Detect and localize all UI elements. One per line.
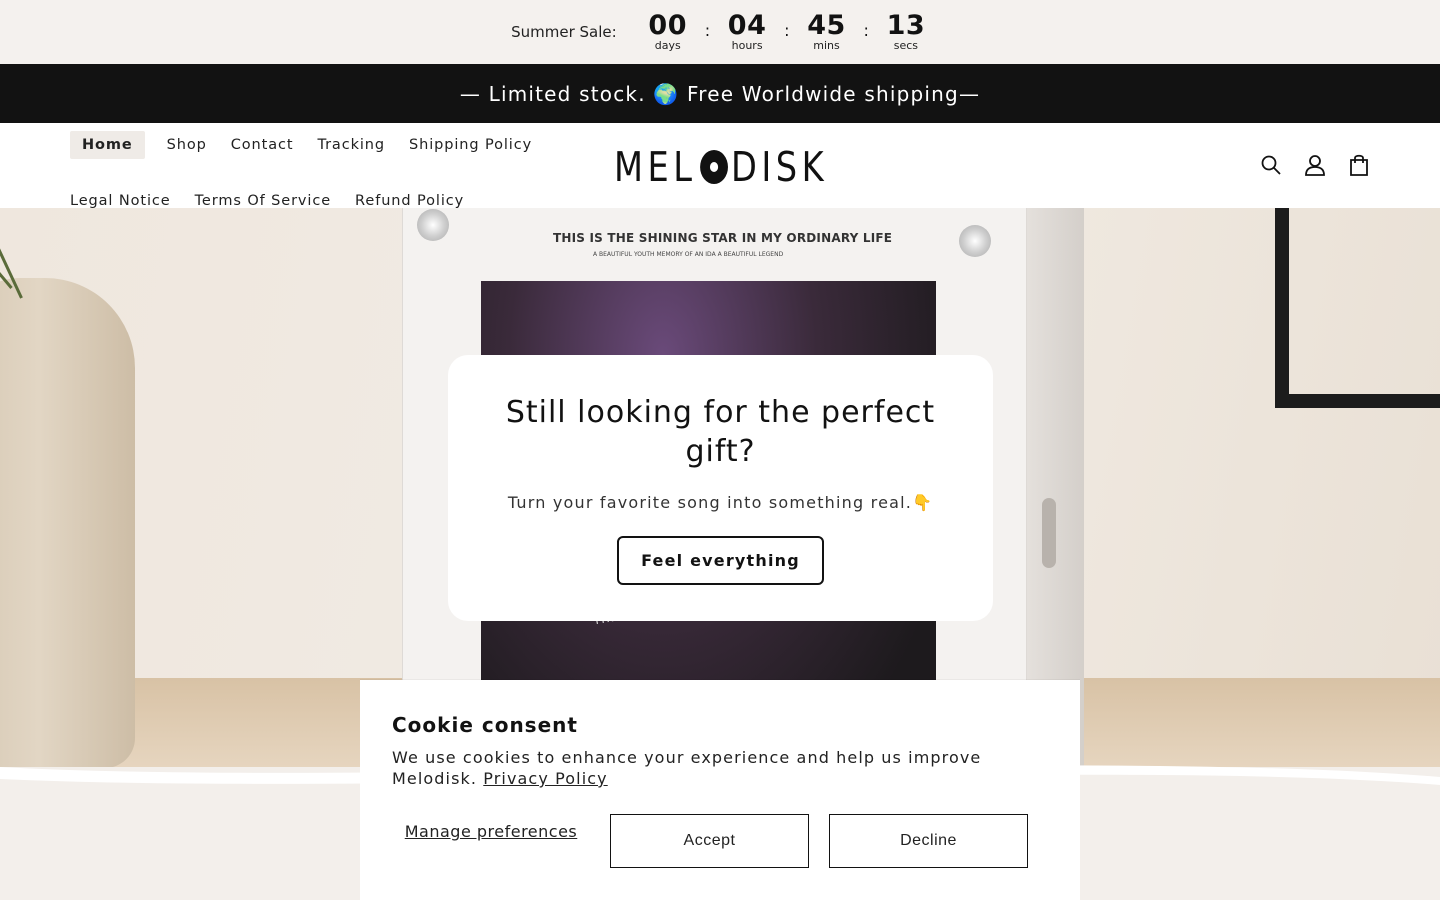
search-icon[interactable] bbox=[1260, 153, 1282, 177]
countdown-label: Summer Sale: bbox=[511, 23, 617, 41]
countdown-secs-value: 13 bbox=[886, 10, 926, 41]
header-icons bbox=[1260, 153, 1370, 177]
nav-item-contact[interactable]: Contact bbox=[219, 131, 306, 159]
decline-button[interactable]: Decline bbox=[829, 814, 1028, 868]
countdown-days-value: 00 bbox=[648, 10, 687, 41]
countdown-days-caption: days bbox=[654, 39, 681, 52]
logo-text-right: DISK bbox=[730, 143, 829, 191]
countdown-separator: : bbox=[704, 20, 711, 40]
countdown-separator: : bbox=[863, 20, 869, 40]
countdown-mins-caption: mins bbox=[813, 39, 840, 52]
logo-wordmark: MEL DISK bbox=[614, 143, 828, 191]
product-box-title: THIS IS THE SHINING STAR IN MY ORDINARY … bbox=[553, 231, 893, 245]
site-header: Home Shop Contact Tracking Shipping Poli… bbox=[0, 123, 1440, 209]
countdown-hours-caption: hours bbox=[731, 39, 763, 52]
hero-card: Still looking for the perfect gift? Turn… bbox=[448, 355, 993, 621]
site-logo[interactable]: MEL DISK bbox=[614, 143, 824, 191]
countdown-secs: 13 secs bbox=[883, 12, 929, 52]
countdown-hours-value: 04 bbox=[727, 10, 767, 41]
cart-icon[interactable] bbox=[1348, 153, 1370, 177]
announcement-bar: — Limited stock. 🌍 Free Worldwide shippi… bbox=[0, 64, 1440, 123]
countdown-mins-value: 45 bbox=[807, 10, 846, 41]
countdown-hours: 04 hours bbox=[724, 12, 770, 52]
cookie-consent-banner: Cookie consent We use cookies to enhance… bbox=[360, 680, 1080, 900]
hero-title: Still looking for the perfect gift? bbox=[505, 395, 936, 469]
nav-item-shop[interactable]: Shop bbox=[155, 131, 219, 159]
feel-everything-button[interactable]: Feel everything bbox=[617, 536, 824, 585]
vase bbox=[0, 278, 135, 767]
nav-item-home[interactable]: Home bbox=[70, 131, 145, 159]
picture-frame bbox=[1275, 208, 1440, 408]
cookie-title: Cookie consent bbox=[392, 713, 578, 737]
manage-preferences-link[interactable]: Manage preferences bbox=[392, 822, 590, 841]
cookie-message: We use cookies to enhance your experienc… bbox=[392, 748, 982, 788]
screw-icon bbox=[417, 209, 449, 241]
screw-icon bbox=[959, 225, 991, 257]
nav-item-tracking[interactable]: Tracking bbox=[305, 131, 397, 159]
countdown-days: 00 days bbox=[645, 12, 691, 52]
countdown-mins: 45 mins bbox=[803, 12, 849, 52]
hero-subtitle: Turn your favorite song into something r… bbox=[507, 493, 934, 512]
countdown-separator: : bbox=[784, 20, 790, 40]
announcement-text: — Limited stock. 🌍 Free Worldwide shippi… bbox=[459, 81, 981, 106]
cookie-actions: Manage preferences Accept Decline bbox=[392, 814, 1048, 868]
account-icon[interactable] bbox=[1304, 153, 1326, 177]
countdown-secs-caption: secs bbox=[893, 39, 919, 52]
cookie-text: We use cookies to enhance your experienc… bbox=[392, 747, 1012, 789]
main-nav: Home Shop Contact Tracking Shipping Poli… bbox=[70, 131, 570, 215]
product-box-subtitle: A BEAUTIFUL YOUTH MEMORY OF AN IDA A BEA… bbox=[593, 251, 784, 258]
nav-item-shipping-policy[interactable]: Shipping Policy bbox=[397, 131, 544, 159]
accept-button[interactable]: Accept bbox=[610, 814, 809, 868]
logo-text-left: MEL bbox=[614, 143, 697, 191]
privacy-policy-link[interactable]: Privacy Policy bbox=[483, 769, 607, 788]
countdown-bar: Summer Sale: 00 days : 04 hours : 45 min… bbox=[0, 0, 1440, 64]
product-box-slot bbox=[1042, 498, 1056, 568]
vinyl-disc-icon bbox=[699, 150, 728, 184]
